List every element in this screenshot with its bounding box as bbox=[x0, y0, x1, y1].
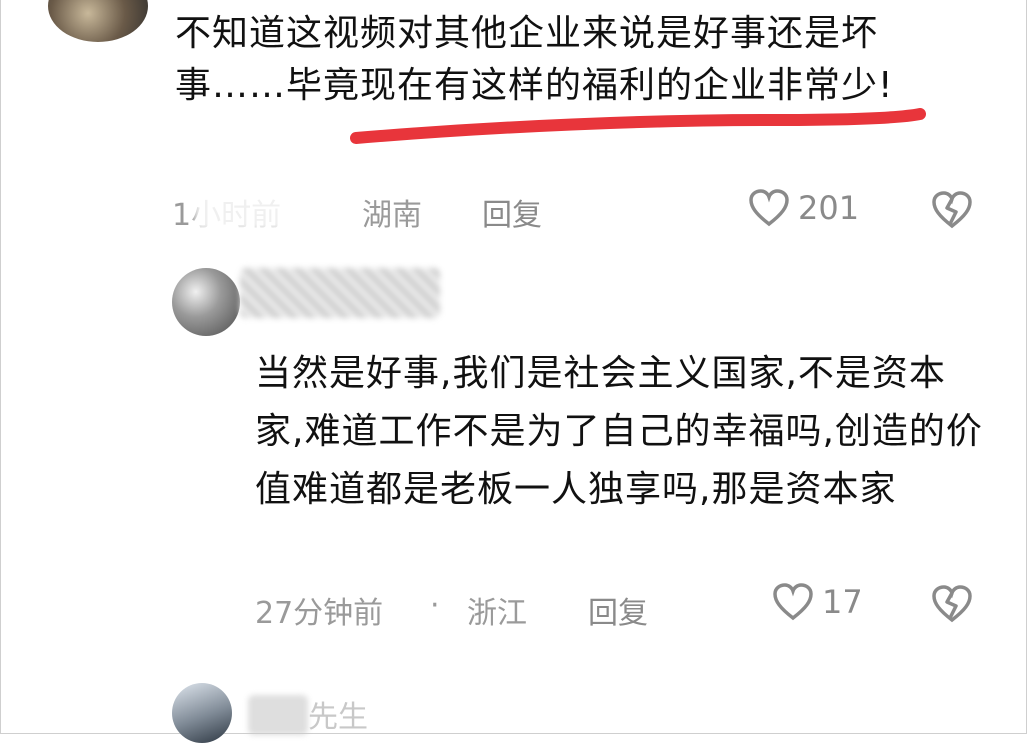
reply-text: 当然是好事,我们是社会主义国家,不是资本家,难道工作不是为了自己的幸福吗,创造的… bbox=[255, 353, 983, 510]
avatar[interactable] bbox=[172, 268, 240, 336]
heart-icon bbox=[773, 583, 813, 621]
dislike-broken-heart-icon[interactable] bbox=[930, 584, 974, 624]
like-count: 201 bbox=[798, 189, 860, 227]
heart-icon bbox=[749, 189, 789, 227]
dislike-broken-heart-icon[interactable] bbox=[930, 190, 974, 230]
redacted-overlay bbox=[195, 182, 345, 230]
redacted-username bbox=[240, 268, 440, 318]
comment-location: 湖南 bbox=[362, 198, 422, 233]
reply-label: 回复 bbox=[482, 198, 542, 233]
redacted-username bbox=[248, 695, 308, 735]
reply-label: 回复 bbox=[588, 596, 648, 631]
avatar[interactable] bbox=[172, 683, 232, 743]
reply-location: 浙江 bbox=[467, 596, 527, 631]
partial-username: 先生 bbox=[308, 700, 368, 735]
like-count: 17 bbox=[822, 583, 863, 621]
like-button[interactable]: 201 bbox=[748, 188, 859, 228]
highlight-underline bbox=[350, 108, 926, 144]
like-button[interactable]: 17 bbox=[772, 582, 863, 622]
comment-text: 不知道这视频对其他企业来说是好事还是坏事……毕竟现在有这样的福利的企业非常少! bbox=[175, 13, 894, 106]
reply-time: 27分钟前 bbox=[255, 596, 384, 631]
meta-separator: · bbox=[430, 588, 440, 623]
reply-meta: 27分钟前 · 浙江 bbox=[255, 588, 575, 631]
